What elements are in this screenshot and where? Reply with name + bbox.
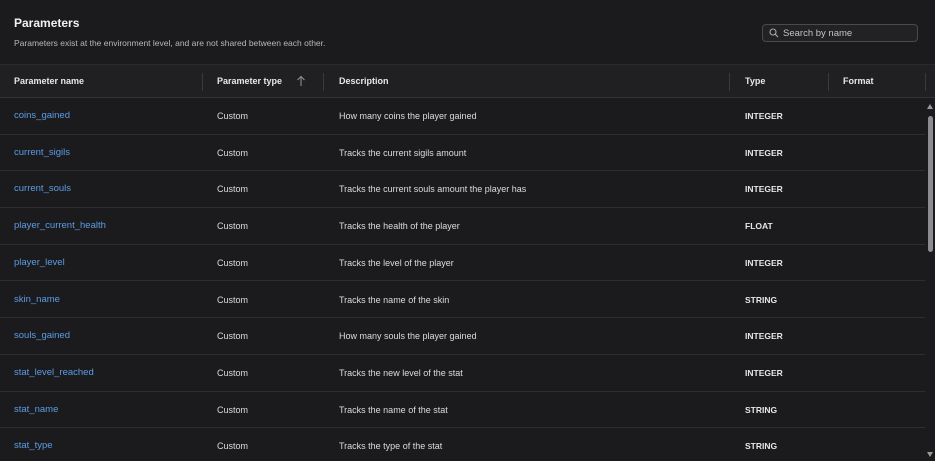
parameter-type-cell: Custom: [217, 367, 249, 378]
type-cell: INTEGER: [745, 111, 783, 121]
column-header-type[interactable]: Type: [745, 65, 765, 98]
parameter-type-cell: Custom: [217, 294, 249, 305]
parameter-type-cell: Custom: [217, 331, 249, 342]
description-cell: Tracks the type of the stat: [339, 441, 443, 452]
column-header-format[interactable]: Format: [843, 65, 874, 98]
parameter-name-link[interactable]: player_current_health: [14, 208, 106, 244]
page-subtitle: Parameters exist at the environment leve…: [14, 38, 326, 48]
table-row[interactable]: stat_type Custom Tracks the type of the …: [0, 428, 925, 461]
description-cell: Tracks the current souls amount the play…: [339, 184, 527, 195]
description-cell: Tracks the name of the skin: [339, 294, 450, 305]
scrollbar-thumb[interactable]: [928, 116, 933, 252]
parameter-name-link[interactable]: coins_gained: [14, 98, 70, 134]
type-cell: STRING: [745, 294, 778, 305]
type-cell: STRING: [745, 441, 778, 452]
column-divider[interactable]: [323, 73, 324, 91]
parameter-type-cell: Custom: [217, 404, 249, 415]
table-row[interactable]: souls_gained Custom How many souls the p…: [0, 318, 925, 355]
description-cell: How many souls the player gained: [339, 331, 477, 342]
parameter-type-cell: Custom: [217, 111, 249, 121]
table-row[interactable]: player_current_health Custom Tracks the …: [0, 208, 925, 245]
page-header: Parameters Parameters exist at the envir…: [0, 0, 935, 64]
table-row[interactable]: skin_name Custom Tracks the name of the …: [0, 282, 925, 319]
type-cell: INTEGER: [745, 184, 783, 195]
column-header-description[interactable]: Description: [339, 65, 389, 98]
parameter-name-link[interactable]: skin_name: [14, 282, 60, 318]
table-row[interactable]: coins_gained Custom How many coins the p…: [0, 98, 925, 135]
description-cell: Tracks the health of the player: [339, 221, 460, 232]
search-icon: [769, 28, 779, 38]
scroll-down-arrow-icon[interactable]: [927, 452, 933, 457]
table-row[interactable]: stat_name Custom Tracks the name of the …: [0, 392, 925, 429]
table-row[interactable]: player_level Custom Tracks the level of …: [0, 245, 925, 282]
type-cell: INTEGER: [745, 147, 783, 158]
parameter-type-cell: Custom: [217, 257, 249, 268]
parameter-name-link[interactable]: stat_type: [14, 428, 53, 461]
search-input[interactable]: [783, 25, 913, 41]
parameter-name-link[interactable]: souls_gained: [14, 318, 70, 354]
description-cell: Tracks the level of the player: [339, 257, 454, 268]
parameter-name-link[interactable]: current_sigils: [14, 135, 70, 171]
parameter-type-cell: Custom: [217, 221, 249, 232]
description-cell: Tracks the new level of the stat: [339, 367, 463, 378]
description-cell: How many coins the player gained: [339, 111, 477, 121]
type-cell: INTEGER: [745, 331, 783, 342]
parameter-type-cell: Custom: [217, 147, 249, 158]
arrow-up-icon[interactable]: [296, 75, 306, 87]
parameter-type-cell: Custom: [217, 184, 249, 195]
table-row[interactable]: current_souls Custom Tracks the current …: [0, 171, 925, 209]
description-cell: Tracks the name of the stat: [339, 404, 448, 415]
type-cell: FLOAT: [745, 221, 773, 232]
vertical-scrollbar[interactable]: [925, 98, 935, 461]
page-title: Parameters: [14, 16, 80, 30]
column-header-parameter-type[interactable]: Parameter type: [217, 65, 282, 98]
column-divider[interactable]: [729, 73, 730, 91]
table-row[interactable]: stat_level_reached Custom Tracks the new…: [0, 355, 925, 392]
type-cell: STRING: [745, 404, 778, 415]
table-header: Parameter name Parameter type Descriptio…: [0, 64, 935, 98]
column-divider[interactable]: [828, 73, 829, 91]
table-body: coins_gained Custom How many coins the p…: [0, 98, 925, 461]
table-row[interactable]: current_sigils Custom Tracks the current…: [0, 135, 925, 172]
description-cell: Tracks the current sigils amount: [339, 147, 467, 158]
type-cell: INTEGER: [745, 367, 783, 378]
parameter-name-link[interactable]: current_souls: [14, 171, 71, 207]
search-box[interactable]: [762, 24, 918, 42]
parameter-name-link[interactable]: stat_name: [14, 392, 58, 428]
parameter-type-cell: Custom: [217, 441, 249, 452]
column-divider[interactable]: [202, 73, 203, 91]
parameter-name-link[interactable]: player_level: [14, 245, 65, 281]
parameter-name-link[interactable]: stat_level_reached: [14, 355, 94, 391]
scroll-up-arrow-icon[interactable]: [927, 104, 933, 109]
parameters-page: Parameters Parameters exist at the envir…: [0, 0, 935, 461]
column-divider[interactable]: [925, 73, 926, 91]
type-cell: INTEGER: [745, 257, 783, 268]
column-header-parameter-name[interactable]: Parameter name: [14, 65, 84, 98]
